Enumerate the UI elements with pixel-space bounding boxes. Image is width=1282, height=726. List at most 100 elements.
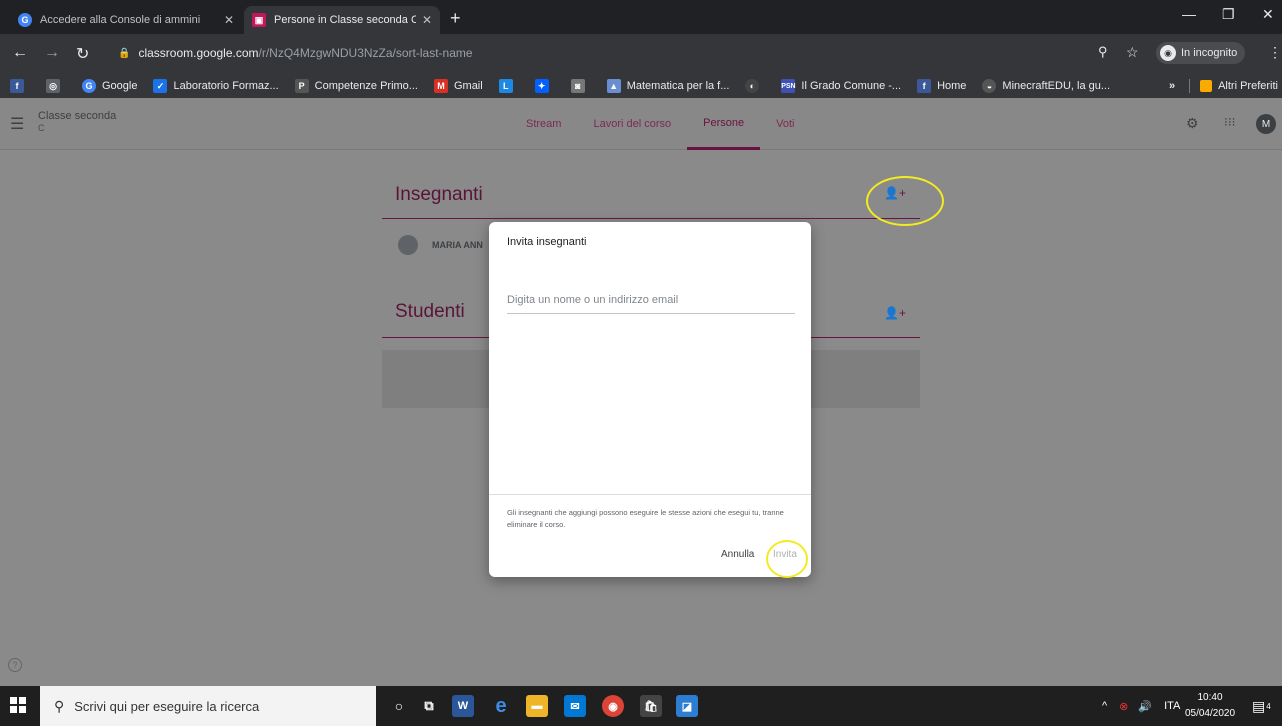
- tab-stream[interactable]: Stream: [510, 98, 577, 150]
- dialog-note: Gli insegnanti che aggiungi possono eseg…: [507, 508, 784, 529]
- gear-icon[interactable]: ⚙: [1186, 115, 1199, 132]
- bookmarks-more-button[interactable]: »: [1169, 80, 1175, 92]
- menu-dots-icon[interactable]: ⋮: [1268, 44, 1282, 61]
- incognito-badge[interactable]: ◉ In incognito: [1156, 42, 1246, 64]
- language-indicator[interactable]: ITA: [1164, 700, 1180, 712]
- psn-icon: PSN: [781, 79, 796, 93]
- windows-taskbar: ⚲ Scrivi qui per eseguire la ricerca ○ ⧉…: [0, 686, 1282, 726]
- browser-toolbar: ← → ↻ 🔒 classroom.google.com/r/NzQ4MzgwN…: [0, 34, 1282, 74]
- class-name[interactable]: Classe seconda: [38, 110, 116, 122]
- apps-grid-icon[interactable]: ⁝⁝⁝: [1224, 115, 1235, 129]
- email-search-input[interactable]: [507, 276, 795, 314]
- add-teacher-icon[interactable]: 👤+: [884, 186, 906, 200]
- bookmarks-overflow: » Altri Preferiti: [1169, 74, 1278, 98]
- bookmark-google[interactable]: G Google: [82, 79, 137, 93]
- facebook-icon: f: [10, 79, 24, 93]
- globe-icon: ◐: [745, 79, 760, 93]
- restore-icon[interactable]: ❐: [1222, 6, 1235, 23]
- teacher-name: MARIA ANN: [432, 240, 483, 250]
- cortana-icon[interactable]: ○: [388, 695, 410, 717]
- class-section: C: [38, 123, 45, 133]
- invite-teachers-dialog: Invita insegnanti Gli insegnanti che agg…: [489, 222, 811, 578]
- browser-tab-console[interactable]: G Accedere alla Console di ammini ✕: [10, 6, 242, 34]
- edge-icon[interactable]: e: [490, 695, 512, 717]
- search-placeholder: Scrivi qui per eseguire la ricerca: [74, 698, 260, 714]
- bookmark-grado[interactable]: PSN Il Grado Comune -...: [781, 79, 901, 93]
- bookmark-label: Matematica per la f...: [626, 80, 730, 92]
- task-view-icon[interactable]: ⧉: [418, 695, 440, 717]
- tab-voti[interactable]: Voti: [760, 98, 810, 150]
- close-icon[interactable]: ✕: [224, 13, 234, 27]
- dialog-divider: [489, 494, 811, 495]
- gmail-icon: M: [433, 79, 448, 93]
- bookmark-label: Google: [102, 80, 138, 92]
- bookmark-l[interactable]: L: [498, 79, 519, 93]
- chevron-up-icon[interactable]: ^: [1102, 700, 1107, 712]
- taskbar-search[interactable]: ⚲ Scrivi qui per eseguire la ricerca: [40, 686, 376, 726]
- bookmark-competenze[interactable]: P Competenze Primo...: [294, 79, 418, 93]
- clock[interactable]: 10:40 05/04/2020: [1180, 690, 1240, 722]
- bookmarks-bar: f ◎ G Google ✓ Laboratorio Formaz... P Comp…: [0, 74, 1282, 98]
- bookmark-home[interactable]: f Home: [917, 79, 966, 93]
- photos-icon[interactable]: ◪: [676, 695, 698, 717]
- bookmark-facebook[interactable]: f: [10, 79, 30, 93]
- zoom-icon[interactable]: ⚲: [1098, 44, 1108, 60]
- bookmark-label: Laboratorio Formaz...: [173, 80, 279, 92]
- windows-start-icon[interactable]: [10, 697, 26, 713]
- incognito-label: In incognito: [1181, 47, 1238, 59]
- dialog-title: Invita insegnanti: [507, 236, 587, 248]
- bookmark-camera[interactable]: ◙: [570, 79, 591, 93]
- bookmark-dropbox[interactable]: ✦: [534, 79, 555, 93]
- tab-persone[interactable]: Persone: [687, 98, 761, 150]
- dropbox-icon: ✦: [534, 79, 549, 93]
- volume-icon[interactable]: 🔊: [1138, 700, 1152, 713]
- google-icon: G: [18, 13, 32, 27]
- back-icon[interactable]: ←: [12, 44, 28, 62]
- new-tab-icon[interactable]: +: [450, 8, 461, 29]
- invite-button[interactable]: Invita: [773, 549, 797, 560]
- bookmark-gmail[interactable]: M Gmail: [433, 79, 483, 93]
- help-icon[interactable]: ?: [8, 658, 22, 672]
- network-icon[interactable]: ⊗: [1119, 700, 1128, 713]
- other-bookmarks[interactable]: Altri Preferiti: [1218, 80, 1278, 92]
- bookmark-matematica[interactable]: ▲ Matematica per la f...: [606, 79, 730, 93]
- teacher-row: MARIA ANN: [398, 235, 483, 255]
- bookmark-laboratorio[interactable]: ✓ Laboratorio Formaz...: [153, 79, 279, 93]
- camera-icon: ◙: [570, 79, 585, 93]
- file-explorer-icon[interactable]: ▬: [526, 695, 548, 717]
- store-icon[interactable]: 🛍: [640, 695, 662, 717]
- notifications-icon[interactable]: ▤ 4: [1252, 686, 1271, 726]
- minimize-icon[interactable]: —: [1182, 6, 1196, 22]
- app-icon: ◎: [46, 79, 60, 93]
- browser-window: G Accedere alla Console di ammini ✕ ▣ Pe…: [0, 0, 1282, 686]
- browser-tab-persone[interactable]: ▣ Persone in Classe seconda C ✕: [244, 6, 440, 34]
- avatar[interactable]: M: [1256, 114, 1276, 134]
- mail-icon[interactable]: ✉: [564, 695, 586, 717]
- bookmark-app[interactable]: ◎: [46, 79, 66, 93]
- reload-icon[interactable]: ↻: [76, 44, 89, 64]
- close-icon[interactable]: ✕: [422, 13, 432, 27]
- students-heading: Studenti: [395, 301, 465, 322]
- window-close-icon[interactable]: ✕: [1262, 6, 1274, 23]
- word-icon[interactable]: W: [452, 695, 474, 717]
- bookmark-label: Gmail: [453, 80, 483, 92]
- bookmark-globe[interactable]: ◐: [745, 79, 765, 93]
- bookmark-minecraft[interactable]: ◒ MinecraftEDU, la gu...: [982, 79, 1110, 93]
- check-icon: ✓: [153, 79, 168, 93]
- incognito-icon: ◉: [1160, 45, 1176, 61]
- chrome-icon[interactable]: ◉: [602, 695, 624, 717]
- forward-icon[interactable]: →: [44, 44, 60, 62]
- url-host: classroom.google.com: [138, 46, 259, 60]
- classroom-tabs: Stream Lavori del corso Persone Voti: [510, 98, 810, 150]
- folder-icon: [1200, 80, 1213, 92]
- geogebra-icon: ▲: [606, 79, 621, 93]
- cancel-button[interactable]: Annulla: [721, 549, 754, 560]
- facebook-icon: f: [917, 79, 932, 93]
- tab-lavori[interactable]: Lavori del corso: [577, 98, 687, 150]
- add-student-icon[interactable]: 👤+: [884, 306, 906, 320]
- bookmark-label: Competenze Primo...: [314, 80, 418, 92]
- star-icon[interactable]: ☆: [1126, 44, 1139, 61]
- menu-icon[interactable]: ☰: [10, 114, 24, 134]
- address-bar[interactable]: 🔒 classroom.google.com/r/NzQ4MzgwNDU3NzZ…: [110, 41, 1150, 65]
- tab-strip: G Accedere alla Console di ammini ✕ ▣ Pe…: [0, 0, 1282, 34]
